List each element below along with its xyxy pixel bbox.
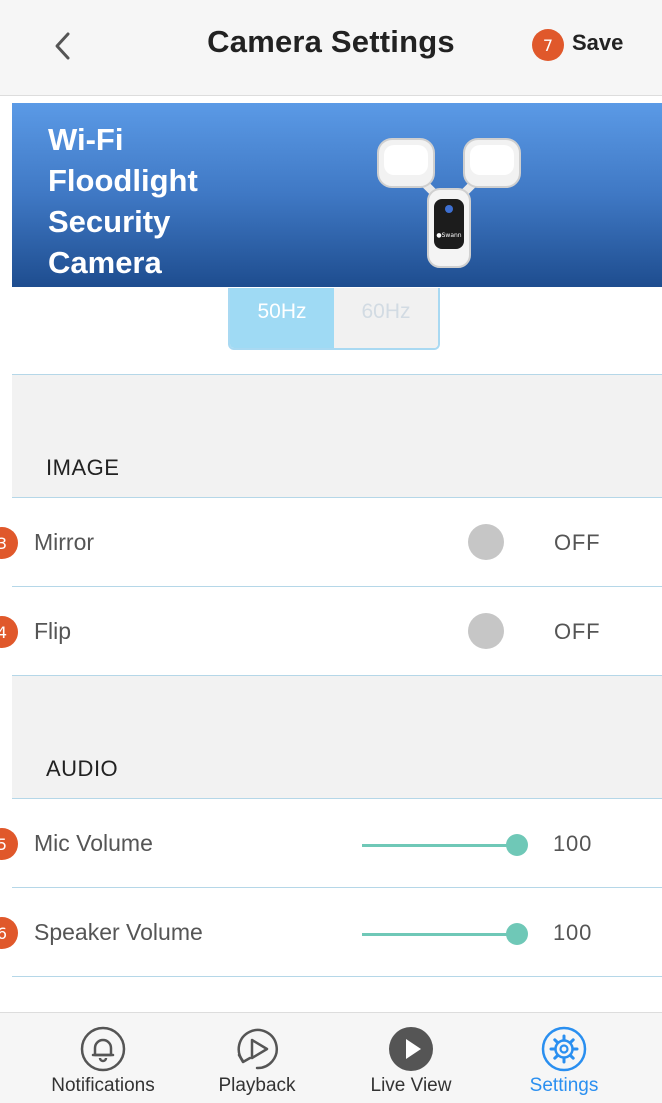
list-item [12,976,662,1016]
flip-row[interactable]: Flip OFF [12,586,662,675]
gear-icon [541,1026,587,1072]
mirror-toggle[interactable] [468,524,504,560]
frequency-selector: 50Hz 60Hz [228,288,440,350]
tab-label: Settings [529,1075,599,1096]
play-icon [389,1027,433,1071]
save-button[interactable]: Save [572,30,623,56]
product-banner: Wi-Fi Floodlight Security Camera ●Swann [12,103,662,287]
speaker-volume-row: Speaker Volume 100 [12,887,662,976]
tab-live-view[interactable]: Live View [331,1013,491,1103]
floodlight-camera-image: ●Swann [377,138,521,268]
speaker-volume-value: 100 [553,920,593,945]
svg-text:●Swann: ●Swann [436,232,461,239]
product-name: Wi-Fi Floodlight Security Camera [48,122,198,280]
nav-header: Camera Settings 7 Save [0,0,662,96]
image-section-header: IMAGE [12,374,662,497]
flip-toggle[interactable] [468,613,504,649]
tab-label: Playback [218,1075,296,1096]
tab-notifications[interactable]: Notifications [23,1013,183,1103]
frequency-option-60hz[interactable]: 60Hz [334,288,438,348]
mic-volume-label: Mic Volume [34,830,153,856]
playback-icon [237,1028,278,1070]
frequency-option-50hz[interactable]: 50Hz [230,288,334,348]
section-title-image: IMAGE [46,455,120,480]
flip-label: Flip [34,618,72,644]
mic-volume-row: Mic Volume 100 [12,798,662,887]
audio-section-header: AUDIO [12,675,662,798]
tab-bar: Notifications Playback Live View Setting… [0,1012,662,1103]
flip-value: OFF [554,619,601,644]
speaker-volume-label: Speaker Volume [34,919,203,945]
callout-badge: 7 [532,29,564,61]
mic-volume-value: 100 [553,831,593,856]
mic-volume-slider-track[interactable] [362,844,517,847]
mirror-row[interactable]: Mirror OFF [12,497,662,586]
speaker-volume-slider-track[interactable] [362,933,517,936]
bell-icon [80,1026,126,1072]
tab-playback[interactable]: Playback [177,1013,337,1103]
tab-label: Notifications [51,1075,155,1096]
tab-settings[interactable]: Settings [484,1013,644,1103]
tab-label: Live View [370,1075,452,1096]
mirror-value: OFF [554,530,601,555]
section-title-audio: AUDIO [46,756,119,781]
mirror-label: Mirror [34,529,95,555]
speaker-volume-slider-handle[interactable] [506,923,528,945]
mic-volume-slider-handle[interactable] [506,834,528,856]
